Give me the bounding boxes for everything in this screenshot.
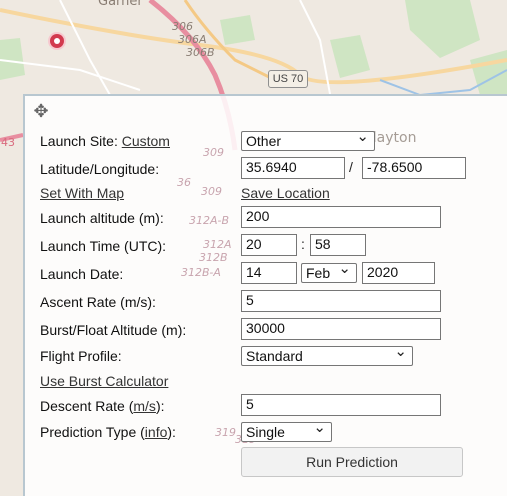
longitude-input[interactable]: -78.6500 bbox=[362, 157, 466, 179]
prediction-info-link[interactable]: info bbox=[145, 424, 168, 440]
ascent-rate-input[interactable]: 5 bbox=[241, 290, 441, 312]
launch-minute-input[interactable]: 58 bbox=[310, 234, 366, 256]
us70-shield: US 70 bbox=[268, 70, 308, 88]
burst-altitude-label: Burst/Float Altitude (m): bbox=[40, 322, 187, 338]
map-label-309: 309 bbox=[203, 146, 224, 159]
map-label-312b: 312B bbox=[199, 251, 228, 264]
prediction-type-value: Single bbox=[246, 424, 285, 440]
map-label-306: 306 bbox=[172, 20, 193, 33]
prediction-form-panel: Clayton 43 309 36 309 312A-B 312A 312B 3… bbox=[1, 94, 507, 496]
burst-calculator-link[interactable]: Use Burst Calculator bbox=[40, 370, 168, 392]
set-with-map-link[interactable]: Set With Map bbox=[40, 182, 124, 204]
map-label-306a: 306A bbox=[178, 33, 207, 46]
descent-label-pre: Descent Rate ( bbox=[40, 398, 134, 414]
descent-rate-input[interactable]: 5 bbox=[241, 394, 441, 416]
map-label-319: 319 bbox=[215, 426, 236, 439]
launch-site-select[interactable]: Other bbox=[241, 128, 375, 151]
map-label-309b: 309 bbox=[201, 185, 222, 198]
launch-hour-input[interactable]: 20 bbox=[241, 234, 297, 256]
map-label-312ab: 312A-B bbox=[189, 214, 230, 227]
map-label-312ba: 312B-A bbox=[181, 266, 221, 279]
ascent-rate-label: Ascent Rate (m/s): bbox=[40, 294, 156, 310]
save-location-link[interactable]: Save Location bbox=[241, 182, 330, 204]
move-icon[interactable]: ✥ bbox=[30, 100, 52, 122]
launch-year-input[interactable]: 2020 bbox=[362, 262, 435, 284]
prediction-label-post: ): bbox=[167, 424, 176, 440]
descent-units-link[interactable]: m/s bbox=[133, 398, 156, 414]
prediction-type-select[interactable]: Single bbox=[241, 419, 332, 442]
map-label-garner: Garner bbox=[98, 0, 143, 9]
map-label-36: 36 bbox=[177, 176, 191, 189]
prediction-type-label: Prediction Type (info): bbox=[40, 421, 176, 443]
flight-profile-label: Flight Profile: bbox=[40, 348, 122, 364]
launch-altitude-label: Launch altitude (m): bbox=[40, 210, 164, 226]
map-label-43: 43 bbox=[1, 136, 15, 149]
flight-profile-value: Standard bbox=[246, 348, 303, 364]
map-poi-marker[interactable] bbox=[50, 34, 64, 48]
launch-day-input[interactable]: 14 bbox=[241, 262, 297, 284]
launch-time-label: Launch Time (UTC): bbox=[40, 238, 167, 254]
launch-month-value: Feb bbox=[306, 265, 331, 281]
run-prediction-button[interactable]: Run Prediction bbox=[241, 447, 463, 477]
time-separator: : bbox=[301, 236, 305, 252]
map-label-312a: 312A bbox=[203, 238, 232, 251]
flight-profile-select[interactable]: Standard bbox=[241, 343, 413, 366]
burst-altitude-input[interactable]: 30000 bbox=[241, 318, 441, 340]
launch-date-label: Launch Date: bbox=[40, 266, 124, 282]
custom-link[interactable]: Custom bbox=[122, 133, 170, 149]
latitude-input[interactable]: 35.6940 bbox=[241, 157, 345, 179]
latlon-label: Latitude/Longitude: bbox=[40, 161, 160, 177]
launch-altitude-input[interactable]: 200 bbox=[241, 206, 441, 228]
launch-site-row: Launch Site: Custom bbox=[40, 130, 170, 152]
prediction-label-pre: Prediction Type ( bbox=[40, 424, 145, 440]
descent-label-post: ): bbox=[155, 398, 165, 414]
descent-rate-label: Descent Rate (m/s): bbox=[40, 395, 165, 417]
launch-site-label: Launch Site: bbox=[40, 133, 118, 149]
map-label-306b: 306B bbox=[186, 46, 215, 59]
launch-month-select[interactable]: Feb bbox=[301, 260, 357, 283]
launch-site-value: Other bbox=[246, 133, 282, 149]
latlon-separator: / bbox=[349, 159, 353, 175]
